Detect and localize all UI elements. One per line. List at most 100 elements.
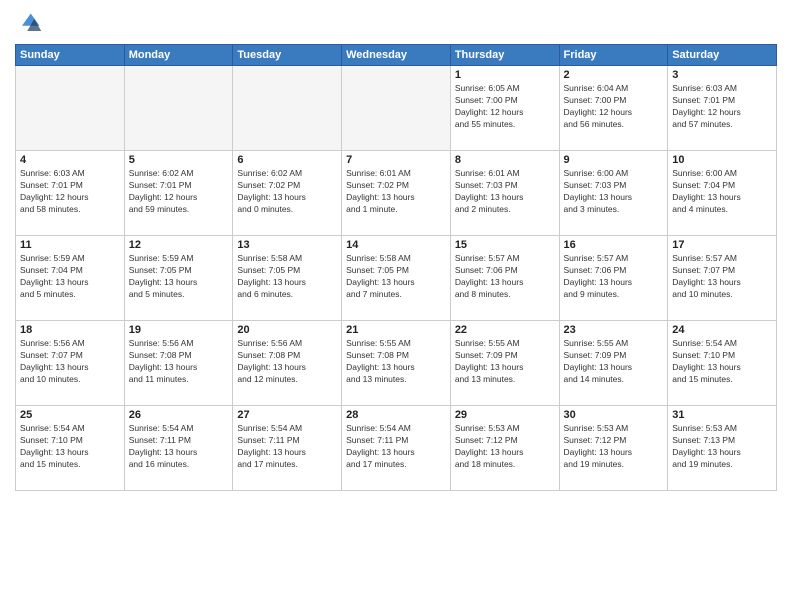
day-number: 6: [237, 154, 337, 166]
calendar-cell: 27 Sunrise: 5:54 AM Sunset: 7:11 PM Dayli…: [233, 406, 342, 491]
calendar-cell: 7Sunrise: 6:01 AM Sunset: 7:02 PM Daylig…: [342, 151, 451, 236]
day-number: 29: [455, 409, 555, 421]
header: [15, 10, 777, 38]
weekday-header-friday: Friday: [559, 45, 668, 66]
calendar-cell: 16 Sunrise: 5:57 AM Sunset: 7:06 PM Dayli…: [559, 236, 668, 321]
day-info: Sunrise: 5:54 AM Sunset: 7:10 PM Dayligh…: [672, 338, 772, 386]
day-number: 4: [20, 154, 120, 166]
calendar-cell: 10 Sunrise: 6:00 AM Sunset: 7:04 PM Dayli…: [668, 151, 777, 236]
day-info: Sunrise: 6:03 AM Sunset: 7:01 PM Dayligh…: [20, 168, 120, 216]
page: SundayMondayTuesdayWednesdayThursdayFrid…: [0, 0, 792, 612]
day-info: Sunrise: 5:57 AM Sunset: 7:07 PM Dayligh…: [672, 253, 772, 301]
day-number: 25: [20, 409, 120, 421]
day-info: Sunrise: 5:58 AM Sunset: 7:05 PM Dayligh…: [237, 253, 337, 301]
day-number: 23: [564, 324, 664, 336]
day-number: 21: [346, 324, 446, 336]
weekday-header-saturday: Saturday: [668, 45, 777, 66]
calendar-cell: 6 Sunrise: 6:02 AM Sunset: 7:02 PM Daylig…: [233, 151, 342, 236]
calendar-cell: [124, 66, 233, 151]
weekday-header-wednesday: Wednesday: [342, 45, 451, 66]
calendar-cell: 15 Sunrise: 5:57 AM Sunset: 7:06 PM Dayli…: [450, 236, 559, 321]
day-info: Sunrise: 6:00 AM Sunset: 7:04 PM Dayligh…: [672, 168, 772, 216]
weekday-header-thursday: Thursday: [450, 45, 559, 66]
day-info: Sunrise: 5:53 AM Sunset: 7:12 PM Dayligh…: [455, 423, 555, 471]
day-number: 17: [672, 239, 772, 251]
day-info: Sunrise: 5:56 AM Sunset: 7:08 PM Dayligh…: [129, 338, 229, 386]
day-info: Sunrise: 5:58 AM Sunset: 7:05 PM Dayligh…: [346, 253, 446, 301]
week-row-1: 1 Sunrise: 6:05 AM Sunset: 7:00 PM Daylig…: [16, 66, 777, 151]
day-info: Sunrise: 5:54 AM Sunset: 7:10 PM Dayligh…: [20, 423, 120, 471]
logo-icon: [15, 10, 43, 38]
day-number: 13: [237, 239, 337, 251]
day-number: 24: [672, 324, 772, 336]
day-info: Sunrise: 6:01 AM Sunset: 7:02 PM Dayligh…: [346, 168, 446, 216]
day-info: Sunrise: 5:59 AM Sunset: 7:05 PM Dayligh…: [129, 253, 229, 301]
day-info: Sunrise: 5:55 AM Sunset: 7:08 PM Dayligh…: [346, 338, 446, 386]
day-number: 30: [564, 409, 664, 421]
calendar-cell: 11Sunrise: 5:59 AM Sunset: 7:04 PM Dayli…: [16, 236, 125, 321]
calendar-cell: 21 Sunrise: 5:55 AM Sunset: 7:08 PM Dayli…: [342, 321, 451, 406]
weekday-header-monday: Monday: [124, 45, 233, 66]
week-row-5: 25 Sunrise: 5:54 AM Sunset: 7:10 PM Dayli…: [16, 406, 777, 491]
day-info: Sunrise: 5:53 AM Sunset: 7:12 PM Dayligh…: [564, 423, 664, 471]
day-number: 9: [564, 154, 664, 166]
calendar-cell: 4 Sunrise: 6:03 AM Sunset: 7:01 PM Daylig…: [16, 151, 125, 236]
weekday-header-row: SundayMondayTuesdayWednesdayThursdayFrid…: [16, 45, 777, 66]
day-info: Sunrise: 6:00 AM Sunset: 7:03 PM Dayligh…: [564, 168, 664, 216]
weekday-header-tuesday: Tuesday: [233, 45, 342, 66]
day-number: 5: [129, 154, 229, 166]
day-info: Sunrise: 5:54 AM Sunset: 7:11 PM Dayligh…: [129, 423, 229, 471]
weekday-header-sunday: Sunday: [16, 45, 125, 66]
day-info: Sunrise: 5:57 AM Sunset: 7:06 PM Dayligh…: [455, 253, 555, 301]
day-info: Sunrise: 6:05 AM Sunset: 7:00 PM Dayligh…: [455, 83, 555, 131]
day-number: 2: [564, 69, 664, 81]
day-number: 15: [455, 239, 555, 251]
day-number: 20: [237, 324, 337, 336]
day-info: Sunrise: 6:02 AM Sunset: 7:01 PM Dayligh…: [129, 168, 229, 216]
calendar-cell: 30 Sunrise: 5:53 AM Sunset: 7:12 PM Dayli…: [559, 406, 668, 491]
day-info: Sunrise: 5:54 AM Sunset: 7:11 PM Dayligh…: [237, 423, 337, 471]
calendar-cell: 9 Sunrise: 6:00 AM Sunset: 7:03 PM Daylig…: [559, 151, 668, 236]
calendar-cell: 24 Sunrise: 5:54 AM Sunset: 7:10 PM Dayli…: [668, 321, 777, 406]
calendar-cell: 26Sunrise: 5:54 AM Sunset: 7:11 PM Dayli…: [124, 406, 233, 491]
day-number: 27: [237, 409, 337, 421]
day-info: Sunrise: 6:04 AM Sunset: 7:00 PM Dayligh…: [564, 83, 664, 131]
calendar-cell: 8 Sunrise: 6:01 AM Sunset: 7:03 PM Daylig…: [450, 151, 559, 236]
calendar-cell: 31 Sunrise: 5:53 AM Sunset: 7:13 PM Dayli…: [668, 406, 777, 491]
calendar-cell: 23 Sunrise: 5:55 AM Sunset: 7:09 PM Dayli…: [559, 321, 668, 406]
day-number: 1: [455, 69, 555, 81]
day-info: Sunrise: 5:53 AM Sunset: 7:13 PM Dayligh…: [672, 423, 772, 471]
calendar-table: SundayMondayTuesdayWednesdayThursdayFrid…: [15, 44, 777, 491]
day-number: 11: [20, 239, 120, 251]
day-number: 12: [129, 239, 229, 251]
calendar-cell: 14 Sunrise: 5:58 AM Sunset: 7:05 PM Dayli…: [342, 236, 451, 321]
day-number: 16: [564, 239, 664, 251]
calendar-cell: 29 Sunrise: 5:53 AM Sunset: 7:12 PM Dayli…: [450, 406, 559, 491]
day-info: Sunrise: 6:03 AM Sunset: 7:01 PM Dayligh…: [672, 83, 772, 131]
day-number: 14: [346, 239, 446, 251]
day-info: Sunrise: 5:56 AM Sunset: 7:07 PM Dayligh…: [20, 338, 120, 386]
week-row-3: 11Sunrise: 5:59 AM Sunset: 7:04 PM Dayli…: [16, 236, 777, 321]
calendar-cell: 12 Sunrise: 5:59 AM Sunset: 7:05 PM Dayli…: [124, 236, 233, 321]
day-number: 19: [129, 324, 229, 336]
day-info: Sunrise: 5:55 AM Sunset: 7:09 PM Dayligh…: [564, 338, 664, 386]
day-number: 31: [672, 409, 772, 421]
day-info: Sunrise: 5:57 AM Sunset: 7:06 PM Dayligh…: [564, 253, 664, 301]
calendar-cell: 3 Sunrise: 6:03 AM Sunset: 7:01 PM Daylig…: [668, 66, 777, 151]
calendar-cell: 2 Sunrise: 6:04 AM Sunset: 7:00 PM Daylig…: [559, 66, 668, 151]
calendar-cell: 5 Sunrise: 6:02 AM Sunset: 7:01 PM Daylig…: [124, 151, 233, 236]
calendar-cell: 25 Sunrise: 5:54 AM Sunset: 7:10 PM Dayli…: [16, 406, 125, 491]
day-info: Sunrise: 5:55 AM Sunset: 7:09 PM Dayligh…: [455, 338, 555, 386]
day-number: 10: [672, 154, 772, 166]
day-number: 22: [455, 324, 555, 336]
calendar-cell: 19 Sunrise: 5:56 AM Sunset: 7:08 PM Dayli…: [124, 321, 233, 406]
calendar-cell: 13 Sunrise: 5:58 AM Sunset: 7:05 PM Dayli…: [233, 236, 342, 321]
day-info: Sunrise: 6:02 AM Sunset: 7:02 PM Dayligh…: [237, 168, 337, 216]
day-number: 28: [346, 409, 446, 421]
day-info: Sunrise: 6:01 AM Sunset: 7:03 PM Dayligh…: [455, 168, 555, 216]
day-number: 3: [672, 69, 772, 81]
day-info: Sunrise: 5:56 AM Sunset: 7:08 PM Dayligh…: [237, 338, 337, 386]
calendar-cell: 1 Sunrise: 6:05 AM Sunset: 7:00 PM Daylig…: [450, 66, 559, 151]
day-number: 8: [455, 154, 555, 166]
calendar-cell: 18Sunrise: 5:56 AM Sunset: 7:07 PM Dayli…: [16, 321, 125, 406]
